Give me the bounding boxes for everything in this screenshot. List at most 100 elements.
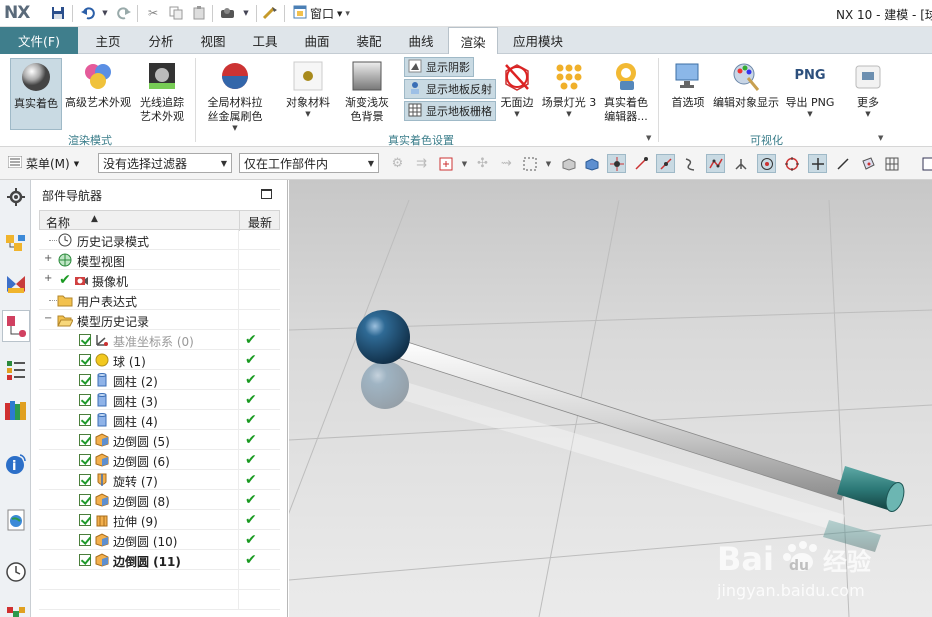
tree-row-sphere[interactable]: 球 (1) ✔ <box>39 350 280 370</box>
tab-tools[interactable]: 工具 <box>241 27 289 54</box>
rod-shaft[interactable] <box>394 339 848 501</box>
palette-icon[interactable] <box>4 600 28 617</box>
feature-checkbox[interactable] <box>79 354 91 366</box>
no-face-edges-button[interactable]: 无面边 ▼ <box>498 58 536 118</box>
feature-checkbox[interactable] <box>79 494 91 506</box>
selection-scope-select[interactable]: 仅在工作部件内 ▼ <box>239 153 379 173</box>
tree-row-edge-blend-5[interactable]: 边倒圆 (5) ✔ <box>39 430 280 450</box>
global-material-button[interactable]: 全局材料拉 丝金属刷色 ▼ <box>203 58 267 132</box>
history-clock-icon[interactable] <box>4 560 28 584</box>
feature-checkbox[interactable] <box>79 434 91 446</box>
rectangle-select-icon[interactable] <box>520 154 539 173</box>
information-icon[interactable]: i <box>4 452 28 476</box>
select-all-icon[interactable]: ⇉ <box>412 154 431 173</box>
point-on-face-icon[interactable] <box>858 154 877 173</box>
tree-row-edge-blend-6[interactable]: 边倒圆 (6) ✔ <box>39 450 280 470</box>
shading-editor-button[interactable]: 真实着色 编辑器... <box>601 58 651 124</box>
chevron-down-icon[interactable]: ▼ <box>455 154 474 173</box>
snap-icon[interactable]: ✣ <box>473 154 492 173</box>
intersection-icon[interactable] <box>706 154 725 173</box>
tree-row-user-expressions[interactable]: 用户表达式 <box>39 290 280 310</box>
undo-dropdown-icon[interactable]: ▼ <box>97 5 113 21</box>
copy-icon[interactable] <box>168 5 184 21</box>
feature-checkbox[interactable] <box>79 334 91 346</box>
assembly-select-icon[interactable]: ⇝ <box>497 154 516 173</box>
quadrant-point-icon[interactable] <box>782 154 801 173</box>
column-name-header[interactable]: 名称 <box>46 214 70 231</box>
selection-filter-select[interactable]: 没有选择过滤器 ▼ <box>98 153 232 173</box>
web-browser-icon[interactable] <box>4 508 28 532</box>
save-icon[interactable] <box>50 5 66 21</box>
point-on-curve-icon[interactable] <box>833 154 852 173</box>
reuse-library-icon[interactable] <box>4 358 28 382</box>
constraint-navigator-icon[interactable] <box>4 272 28 296</box>
graphics-viewport[interactable]: Bai du 经验 jingyan.baidu.com <box>289 180 932 617</box>
tree-row-datum-csys[interactable]: 基准坐标系 (0) ✔ <box>39 330 280 350</box>
tab-surface[interactable]: 曲面 <box>293 27 341 54</box>
tree-row-model-views[interactable]: + 模型视图 <box>39 250 280 270</box>
arc-center-icon[interactable] <box>731 154 750 173</box>
ball-head[interactable] <box>356 310 410 364</box>
feature-checkbox[interactable] <box>79 414 91 426</box>
feature-checkbox[interactable] <box>79 394 91 406</box>
tab-application[interactable]: 应用模块 <box>504 27 572 54</box>
feature-checkbox[interactable] <box>79 514 91 526</box>
menu-button[interactable]: 菜单(M) ▼ <box>7 155 79 172</box>
tree-row-cylinder-3[interactable]: 圆柱 (3) ✔ <box>39 390 280 410</box>
tree-row-edge-blend-10[interactable]: 边倒圆 (10) ✔ <box>39 530 280 550</box>
maximize-icon[interactable] <box>261 189 272 199</box>
export-png-button[interactable]: PNG 导出 PNG ▼ <box>785 58 835 119</box>
feature-checkbox[interactable] <box>79 374 91 386</box>
feature-checkbox[interactable] <box>79 534 91 546</box>
tab-file[interactable]: 文件(F) <box>0 27 78 54</box>
selection-scope-icon[interactable] <box>436 154 455 173</box>
expand-plus-icon[interactable]: + <box>44 253 52 264</box>
group-dropdown-icon[interactable]: ▼ <box>646 134 651 142</box>
tree-row-cylinder-4[interactable]: 圆柱 (4) ✔ <box>39 410 280 430</box>
show-shadow-toggle[interactable]: 显示阴影 <box>404 57 474 77</box>
tree-row-revolve-7[interactable]: 旋转 (7) ✔ <box>39 470 280 490</box>
edit-object-display-button[interactable]: 编辑对象显示 <box>711 58 781 110</box>
redo-icon[interactable] <box>116 5 132 21</box>
toolbar-overflow-icon[interactable] <box>918 154 932 173</box>
tab-render[interactable]: 渲染 <box>448 27 498 55</box>
tree-row-model-history[interactable]: − 模型历史记录 <box>39 310 280 330</box>
chevron-down-icon[interactable]: ▼ <box>539 154 558 173</box>
tab-assembly[interactable]: 装配 <box>345 27 393 54</box>
snap-point-icon[interactable] <box>607 154 626 173</box>
tree-row-edge-blend-11[interactable]: 边倒圆 (11) ✔ <box>39 550 280 570</box>
expand-plus-icon[interactable]: + <box>44 273 52 284</box>
part-navigator-icon[interactable] <box>2 310 30 342</box>
column-latest-header[interactable]: 最新 <box>248 214 272 231</box>
solid-body-icon[interactable] <box>582 154 601 173</box>
tab-home[interactable]: 主页 <box>84 27 132 54</box>
true-shading-button[interactable]: 真实着色 <box>10 58 62 130</box>
touch-dropdown-icon[interactable]: ▼ <box>238 5 254 21</box>
existing-point-icon[interactable] <box>808 154 827 173</box>
preferences-button[interactable]: 首选项 <box>666 58 710 110</box>
tab-view[interactable]: 视图 <box>189 27 237 54</box>
collapse-minus-icon[interactable]: − <box>44 313 52 324</box>
history-library-icon[interactable] <box>4 398 28 422</box>
circle-center-icon[interactable] <box>757 154 776 173</box>
repeat-command-icon[interactable] <box>262 5 278 21</box>
scene-light-button[interactable]: 场景灯光 3 ▼ <box>540 58 598 118</box>
tab-analysis[interactable]: 分析 <box>137 27 185 54</box>
midpoint-icon[interactable] <box>656 154 675 173</box>
customize-qat-icon[interactable]: ▾ <box>345 9 350 19</box>
more-button[interactable]: 更多 ▼ <box>848 58 888 118</box>
assembly-navigator-icon[interactable] <box>4 232 28 256</box>
object-material-button[interactable]: 对象材料 ▼ <box>284 58 332 118</box>
tree-row-edge-blend-8[interactable]: 边倒圆 (8) ✔ <box>39 490 280 510</box>
raytrace-button[interactable]: 光线追踪 艺术外观 <box>134 58 190 124</box>
cut-icon[interactable]: ✂ <box>145 5 161 21</box>
tree-row-history-mode[interactable]: 历史记录模式 <box>39 230 280 250</box>
undo-icon[interactable] <box>80 5 96 21</box>
feature-checkbox[interactable] <box>79 474 91 486</box>
endpoint-icon[interactable] <box>631 154 650 173</box>
settings-gear-icon[interactable] <box>4 185 28 209</box>
show-floor-grid-toggle[interactable]: 显示地板栅格 <box>404 101 496 121</box>
bounded-grid-icon[interactable] <box>882 154 901 173</box>
tree-row-camera[interactable]: + ✔ 摄像机 <box>39 270 280 290</box>
show-hide-icon[interactable] <box>559 154 578 173</box>
